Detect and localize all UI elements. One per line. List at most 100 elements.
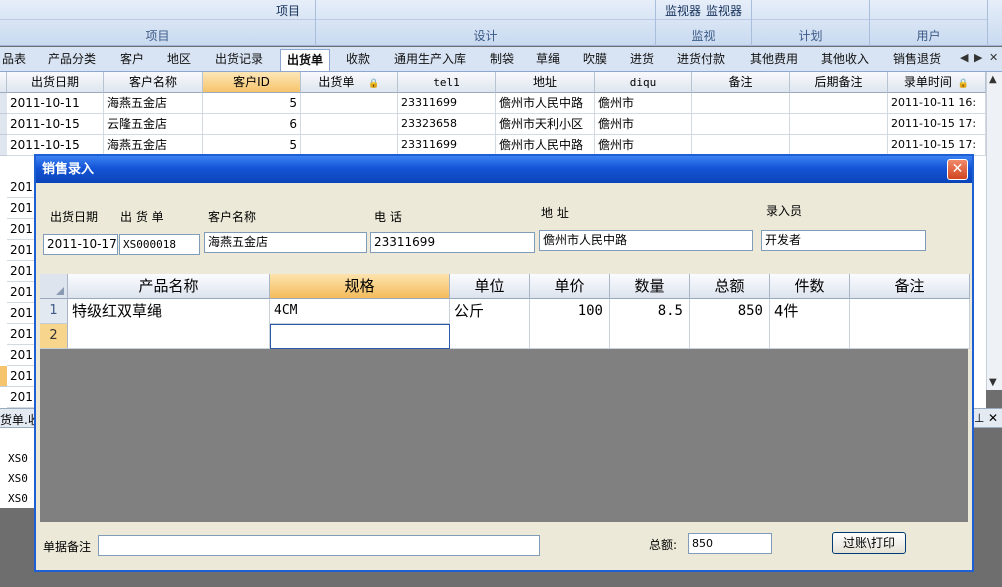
table-cell[interactable]: 201: [7, 198, 37, 219]
table-cell[interactable]: 23323658: [398, 114, 496, 135]
col-header-customer[interactable]: 客户名称: [104, 72, 203, 93]
tab-shipping-record[interactable]: 出货记录: [213, 49, 265, 71]
col-header-price[interactable]: 单价: [530, 274, 610, 299]
product-cell[interactable]: 特级红双草绳: [68, 299, 270, 349]
col-header-address[interactable]: 地址: [496, 72, 595, 93]
col-header-remark[interactable]: 备注: [692, 72, 790, 93]
col-header-product[interactable]: 产品名称: [68, 274, 270, 299]
row-header[interactable]: [0, 93, 7, 114]
table-cell[interactable]: [692, 93, 790, 114]
tab-purchase-payment[interactable]: 进货付款: [675, 49, 727, 71]
table-cell[interactable]: 儋州市: [595, 93, 692, 114]
row-header-current[interactable]: [0, 366, 7, 387]
table-cell[interactable]: [301, 93, 398, 114]
scroll-down-icon[interactable]: ▼: [989, 377, 997, 388]
table-cell[interactable]: 5: [203, 135, 301, 156]
table-cell[interactable]: 201: [7, 219, 37, 240]
col-header-pieces[interactable]: 件数: [770, 274, 850, 299]
table-cell[interactable]: 201: [7, 387, 37, 408]
col-header-remark[interactable]: 备注: [850, 274, 970, 299]
tab-products-table[interactable]: 品表: [0, 49, 28, 71]
tab-customer[interactable]: 客户: [118, 49, 146, 71]
quantity-cell[interactable]: 8.5: [610, 299, 690, 349]
spec-cell-editing[interactable]: [270, 324, 450, 349]
table-cell[interactable]: 23311699: [398, 93, 496, 114]
table-cell[interactable]: [301, 135, 398, 156]
row-header[interactable]: [0, 135, 7, 156]
table-cell[interactable]: 儋州市人民中路: [496, 135, 595, 156]
table-cell[interactable]: 2011-10-15 17:: [888, 135, 986, 156]
table-cell[interactable]: 5: [203, 93, 301, 114]
col-header-diqu[interactable]: diqu: [595, 72, 692, 93]
table-cell[interactable]: 201: [7, 261, 37, 282]
grid-vertical-scrollbar[interactable]: ▲ ▼: [986, 72, 1002, 390]
table-cell[interactable]: 2011-10-15: [7, 114, 104, 135]
table-cell[interactable]: 201: [7, 282, 37, 303]
tab-purchase[interactable]: 进货: [628, 49, 656, 71]
table-cell[interactable]: [692, 135, 790, 156]
table-cell[interactable]: 6: [203, 114, 301, 135]
tab-receipt[interactable]: 收款: [344, 49, 372, 71]
pin-icon[interactable]: ⊥: [974, 411, 984, 425]
monitor-button-2[interactable]: 监视器: [706, 2, 742, 19]
project-button[interactable]: 项目: [276, 2, 300, 19]
price-cell[interactable]: 100: [530, 299, 610, 349]
table-cell[interactable]: 201: [7, 324, 37, 345]
grid-corner[interactable]: [40, 274, 68, 299]
tab-bag-making[interactable]: 制袋: [488, 49, 516, 71]
tab-product-category[interactable]: 产品分类: [46, 49, 98, 71]
remark-cell[interactable]: [850, 299, 970, 349]
col-header-later-remark[interactable]: 后期备注: [790, 72, 888, 93]
col-header-amount[interactable]: 总额: [690, 274, 770, 299]
col-header-tel[interactable]: tel1: [398, 72, 496, 93]
pieces-cell[interactable]: 4件: [770, 299, 850, 349]
table-cell[interactable]: 儋州市人民中路: [496, 93, 595, 114]
table-cell[interactable]: 2011-10-11: [7, 93, 104, 114]
col-header-spec[interactable]: 规格: [270, 274, 450, 299]
address-field[interactable]: 儋州市人民中路: [539, 230, 753, 251]
table-cell[interactable]: 海燕五金店: [104, 93, 203, 114]
table-cell[interactable]: XS0: [8, 472, 28, 485]
table-cell[interactable]: [790, 93, 888, 114]
monitor-button-1[interactable]: 监视器: [665, 2, 701, 19]
close-icon[interactable]: ✕: [988, 411, 998, 425]
col-header-order[interactable]: 出货单 🔒: [301, 72, 398, 93]
table-cell[interactable]: 儋州市天利小区: [496, 114, 595, 135]
post-print-button[interactable]: 过账\打印: [832, 532, 906, 554]
tab-scroll-left-icon[interactable]: ◀: [960, 51, 968, 64]
note-field[interactable]: [98, 535, 540, 556]
table-cell[interactable]: 23311699: [398, 135, 496, 156]
col-header-date[interactable]: 出货日期: [7, 72, 104, 93]
tab-scroll-right-icon[interactable]: ▶: [974, 51, 982, 64]
table-cell[interactable]: 201: [7, 177, 37, 198]
row-number[interactable]: 1: [40, 299, 68, 324]
table-cell[interactable]: XS0: [8, 452, 28, 465]
close-button[interactable]: ✕: [947, 159, 968, 180]
table-cell[interactable]: [790, 114, 888, 135]
table-cell[interactable]: 海燕五金店: [104, 135, 203, 156]
col-header-quantity[interactable]: 数量: [610, 274, 690, 299]
table-cell[interactable]: 儋州市: [595, 114, 692, 135]
tab-region[interactable]: 地区: [165, 49, 193, 71]
table-cell[interactable]: [692, 114, 790, 135]
table-cell[interactable]: [790, 135, 888, 156]
tab-other-expenses[interactable]: 其他费用: [748, 49, 800, 71]
total-field[interactable]: 850: [688, 533, 772, 554]
tab-production-storage[interactable]: 通用生产入库: [392, 49, 468, 71]
col-header-unit[interactable]: 单位: [450, 274, 530, 299]
spec-cell[interactable]: 4CM: [270, 299, 450, 324]
col-header-customer-id[interactable]: 客户ID: [203, 72, 301, 93]
table-cell[interactable]: 2011-10-15 17:: [888, 114, 986, 135]
table-cell[interactable]: 201: [7, 345, 37, 366]
unit-cell[interactable]: 公斤: [450, 299, 530, 349]
table-cell[interactable]: [301, 114, 398, 135]
table-cell[interactable]: 201: [7, 366, 37, 387]
amount-cell[interactable]: 850: [690, 299, 770, 349]
tab-other-income[interactable]: 其他收入: [819, 49, 871, 71]
table-cell[interactable]: 儋州市: [595, 135, 692, 156]
table-cell[interactable]: 201: [7, 240, 37, 261]
tab-straw-rope[interactable]: 草绳: [534, 49, 562, 71]
row-number[interactable]: 2: [40, 324, 68, 349]
phone-field[interactable]: 23311699: [370, 232, 535, 253]
operator-field[interactable]: 开发者: [761, 230, 926, 251]
